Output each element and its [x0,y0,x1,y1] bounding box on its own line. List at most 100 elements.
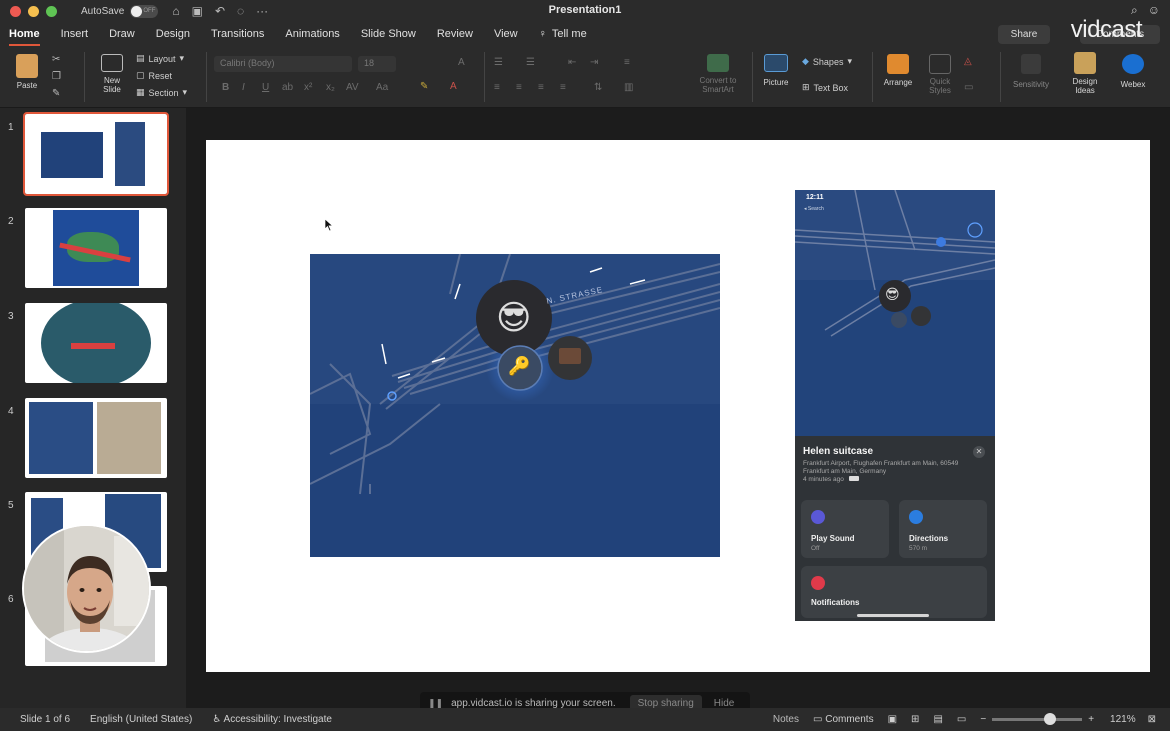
webex-button[interactable]: Webex [1112,54,1154,89]
cut-icon[interactable]: ✂ [52,54,60,65]
quick-styles-button[interactable]: Quick Styles [922,54,958,95]
tab-insert[interactable]: Insert [61,22,89,46]
account-icon[interactable]: ☺ [1148,3,1160,18]
current-slide[interactable]: N. STRASSE 😎 🔑 12:11 ◂ Search 😎 Helen su… [206,140,1150,672]
share-button[interactable]: Share [998,25,1050,44]
notes-button[interactable]: Notes [773,714,799,725]
numbering-icon[interactable]: ☰ [526,57,535,68]
subscript-icon[interactable]: x₂ [326,82,335,93]
shape-fill-icon[interactable]: ◬ [964,56,972,67]
language-indicator[interactable]: English (United States) [90,714,192,725]
char-spacing-icon[interactable]: AV [346,82,359,93]
phone-screenshot-image[interactable]: 12:11 ◂ Search 😎 Helen suitcase ✕ Frankf… [795,190,995,621]
highlight-icon[interactable]: ✎ [420,81,428,92]
tab-transitions[interactable]: Transitions [211,22,264,46]
slide-preview[interactable] [25,208,167,288]
autosave-toggle[interactable]: OFF [130,4,159,18]
picture-icon [764,54,788,72]
columns-icon[interactable]: ▥ [624,82,633,93]
fullscreen-window-button[interactable] [46,5,57,17]
reset-icon: ▢ [136,70,145,80]
decrease-indent-icon[interactable]: ⇤ [568,57,576,68]
italic-icon[interactable]: I [242,82,245,93]
reset-button[interactable]: ▢ Reset [136,70,172,81]
text-box-button[interactable]: ⊞ Text Box [802,82,848,93]
shapes-button[interactable]: ◆ Shapes ▾ [802,56,852,67]
tell-me[interactable]: ♀ Tell me [539,22,587,46]
webex-label: Webex [1120,80,1146,89]
comments-status-button[interactable]: ▭ Comments [813,714,874,725]
paste-button[interactable]: Paste [8,54,46,90]
section-button[interactable]: ▦ Section ▾ [136,87,187,98]
font-name-select[interactable]: Calibri (Body) [214,56,352,72]
close-window-button[interactable] [10,5,21,17]
tab-design[interactable]: Design [156,22,190,46]
change-case-icon[interactable]: Aa [376,82,388,93]
tab-view[interactable]: View [494,22,518,46]
slide-preview[interactable] [25,398,167,478]
item-time-ago: 4 minutes ago [803,476,844,483]
format-painter-icon[interactable]: ✎ [52,88,60,99]
slide-editor-canvas[interactable]: N. STRASSE 😎 🔑 12:11 ◂ Search 😎 Helen su… [186,108,1170,708]
fit-to-window-icon[interactable]: ⊠ [1148,714,1156,725]
sensitivity-button[interactable]: Sensitivity [1008,54,1054,89]
close-icon[interactable]: ✕ [973,446,985,458]
font-color-icon[interactable]: A [450,81,457,92]
more-icon[interactable]: ··· [256,4,268,18]
font-size-select[interactable]: 18 [358,56,396,72]
increase-indent-icon[interactable]: ⇥ [590,57,598,68]
webcam-overlay[interactable] [22,524,151,653]
zoom-in-icon[interactable]: + [1088,714,1094,725]
new-slide-button[interactable]: New Slide [92,54,132,94]
slideshow-view-icon[interactable]: ▭ [957,714,966,725]
phone-back-link[interactable]: ◂ Search [804,206,824,212]
convert-smartart-button[interactable]: Convert to SmartArt [694,54,742,94]
play-sound-card[interactable]: Play Sound Off [801,500,889,558]
shape-outline-icon[interactable]: ▭ [964,82,973,93]
minimize-window-button[interactable] [28,5,39,17]
map-screenshot-image[interactable]: N. STRASSE 😎 🔑 [310,254,720,557]
arrange-button[interactable]: Arrange [876,54,920,87]
picture-button[interactable]: Picture [756,54,796,87]
line-spacing-icon[interactable]: ≡ [624,57,630,68]
home-icon[interactable]: ⌂ [172,4,179,18]
align-center-icon[interactable]: ≡ [516,82,522,93]
underline-icon[interactable]: U [262,82,269,93]
slide-preview[interactable] [23,112,169,196]
redo-icon[interactable]: ◌ [237,4,244,18]
zoom-level[interactable]: 121% [1110,714,1136,725]
align-left-icon[interactable]: ≡ [494,82,500,93]
save-icon[interactable]: ▣ [192,4,203,18]
strikethrough-icon[interactable]: ab [282,82,293,93]
zoom-out-icon[interactable]: − [980,714,986,725]
directions-card[interactable]: Directions 570 m [899,500,987,558]
accessibility-status[interactable]: ♿ Accessibility: Investigate [212,714,332,725]
clear-format-icon[interactable]: A [458,57,465,68]
design-ideas-button[interactable]: Design Ideas [1064,52,1106,95]
tab-home[interactable]: Home [9,22,40,46]
zoom-slider[interactable] [992,713,1083,725]
slide-number: 5 [8,500,14,511]
copy-icon[interactable]: ❐ [52,71,61,82]
tab-animations[interactable]: Animations [285,22,339,46]
align-right-icon[interactable]: ≡ [538,82,544,93]
zoom-slider-knob[interactable] [1044,713,1057,725]
quick-access-toolbar: ⌂ ▣ ↶ ◌ ··· [172,4,268,18]
layout-button[interactable]: ▤ Layout ▾ [136,53,184,64]
item-detail-sheet: Helen suitcase ✕ Frankfurt Airport, Flug… [795,436,995,621]
bold-icon[interactable]: B [222,82,229,93]
text-direction-icon[interactable]: ⇅ [594,82,602,93]
tab-review[interactable]: Review [437,22,473,46]
bullets-icon[interactable]: ☰ [494,57,503,68]
hide-sharing-button[interactable]: Hide [714,698,735,709]
superscript-icon[interactable]: x² [304,82,312,93]
slide-preview[interactable] [25,303,167,383]
undo-icon[interactable]: ↶ [215,4,225,18]
tab-draw[interactable]: Draw [109,22,135,46]
reading-view-icon[interactable]: ▤ [933,714,942,725]
slide-sorter-icon[interactable]: ⊞ [911,714,919,725]
notifications-card[interactable]: Notifications [801,566,987,618]
normal-view-icon[interactable]: ▣ [888,714,897,725]
tab-slide-show[interactable]: Slide Show [361,22,416,46]
justify-icon[interactable]: ≡ [560,82,566,93]
